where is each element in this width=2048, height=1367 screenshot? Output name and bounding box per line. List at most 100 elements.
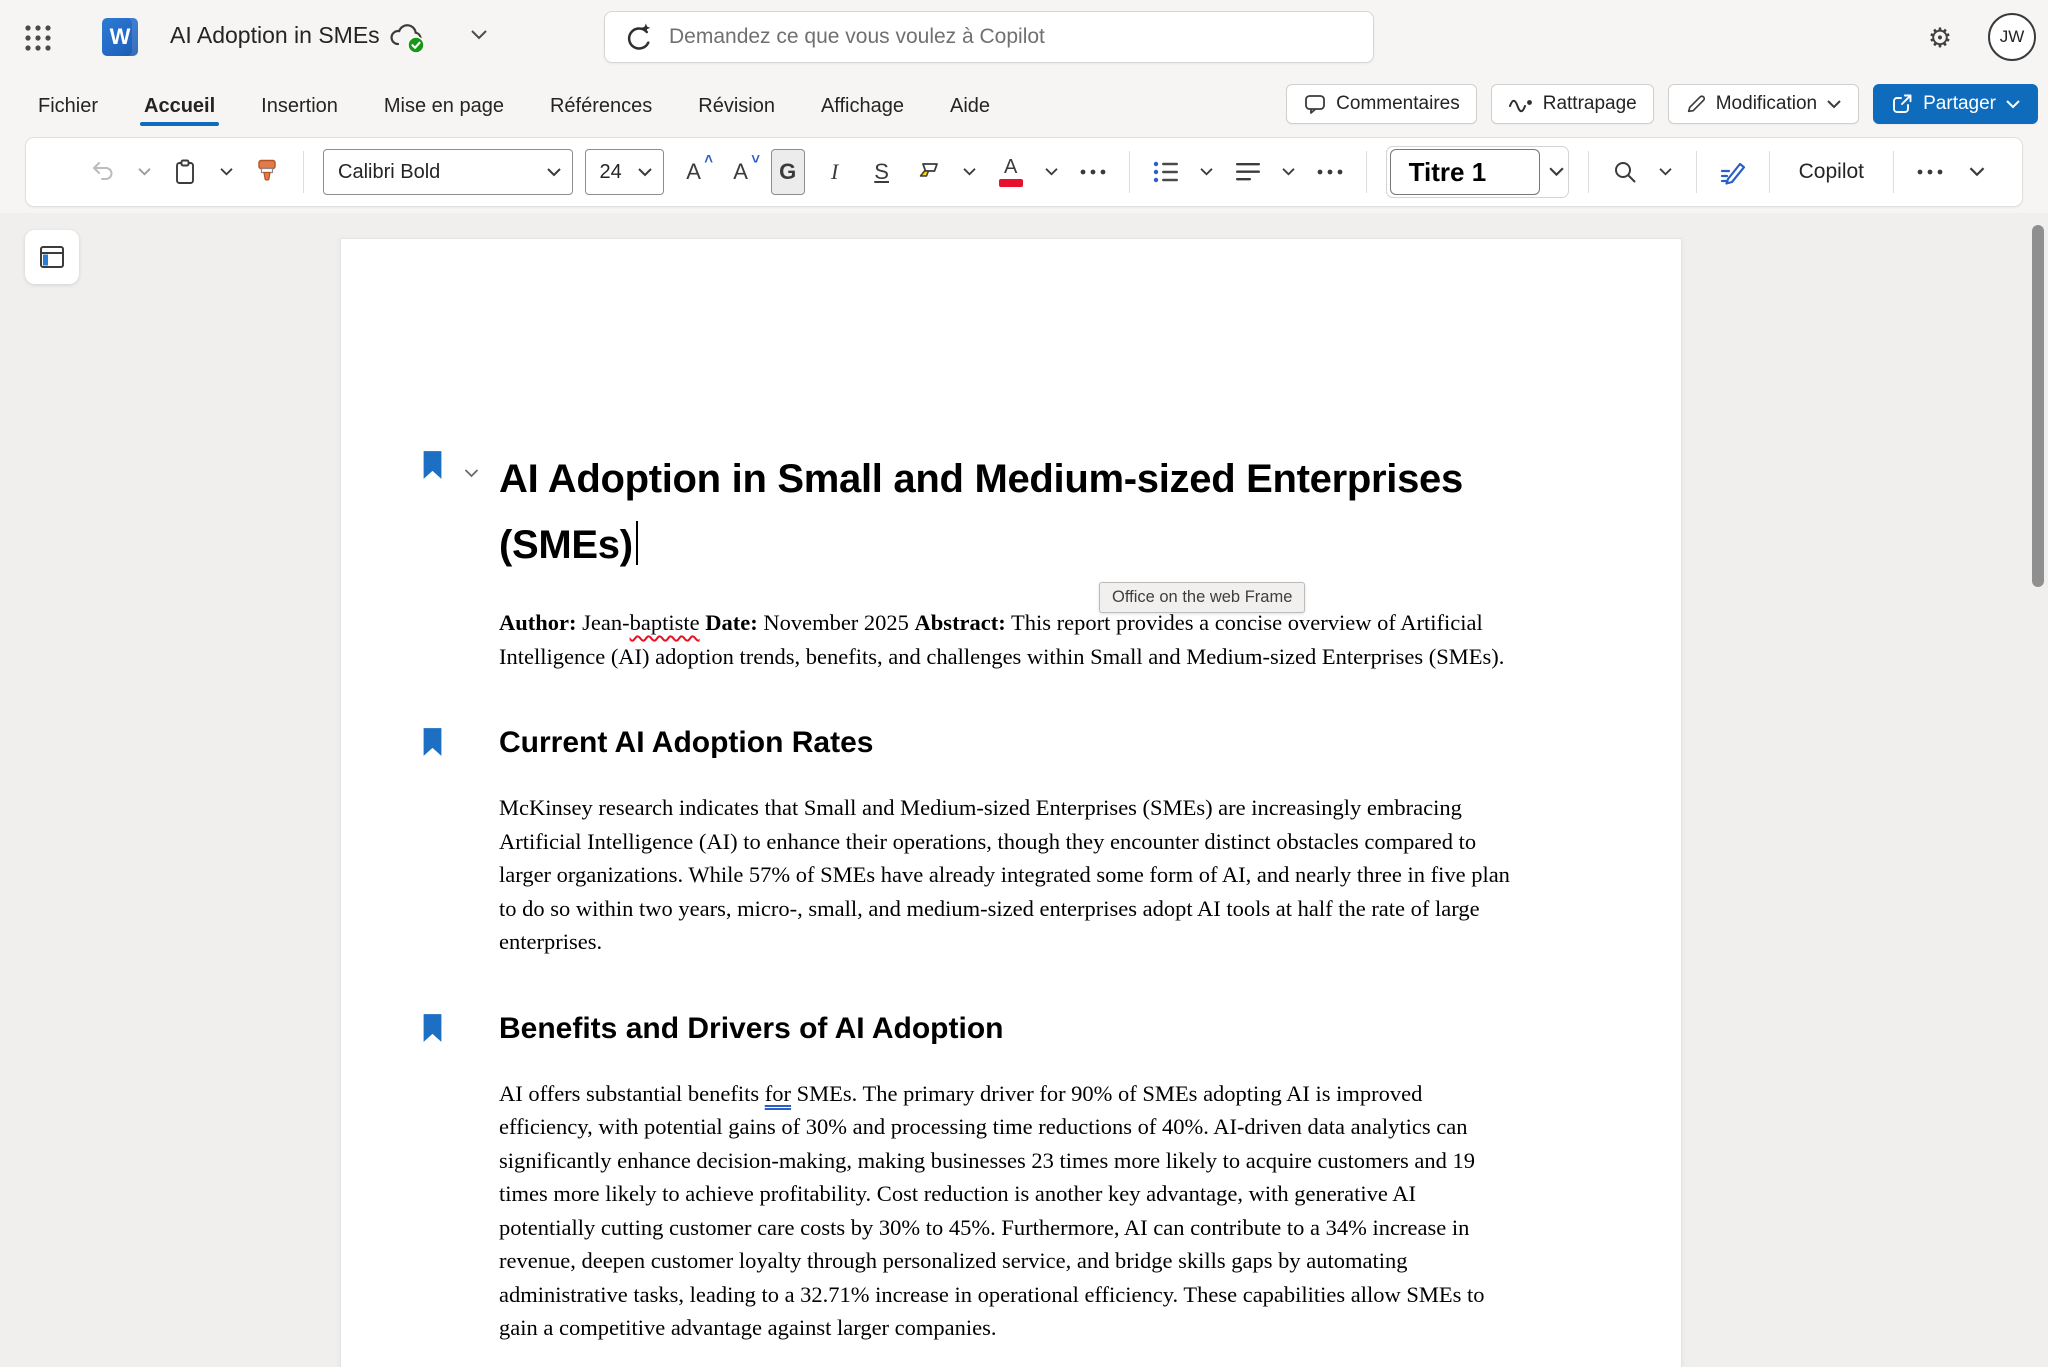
document-body[interactable]: AI Adoption in Small and Medium-sized En… — [499, 446, 1515, 1345]
current-style: Titre 1 — [1390, 149, 1540, 195]
more-paragraph-options-icon[interactable] — [1313, 149, 1347, 195]
copilot-icon — [623, 22, 653, 52]
divider — [1769, 151, 1770, 193]
adoption-rates-paragraph[interactable]: McKinsey research indicates that Small a… — [499, 791, 1515, 959]
tab-fichier[interactable]: Fichier — [36, 81, 100, 132]
title-section: AI Adoption in Small and Medium-sized En… — [499, 446, 1515, 578]
divider — [1893, 151, 1894, 193]
more-ribbon-options-icon[interactable] — [1913, 149, 1947, 195]
document-heading-2[interactable]: Benefits and Drivers of AI Adoption — [499, 1009, 1515, 1049]
tab-accueil[interactable]: Accueil — [142, 81, 217, 132]
alignment-button[interactable] — [1231, 149, 1265, 195]
comment-bubble-icon — [1303, 92, 1327, 116]
divider — [1366, 151, 1367, 193]
menu-bar: Fichier Accueil Insertion Mise en page R… — [0, 75, 2048, 137]
section-benefits: Benefits and Drivers of AI Adoption — [499, 1009, 1515, 1049]
avatar-initials: JW — [2000, 27, 2025, 47]
find-search-button[interactable] — [1608, 149, 1642, 195]
underline-button[interactable]: S — [865, 149, 899, 195]
tab-insertion[interactable]: Insertion — [259, 81, 340, 132]
bold-button[interactable]: G — [771, 149, 805, 195]
chevron-down-icon — [637, 167, 653, 178]
meta-paragraph[interactable]: Author: Jean-baptiste Date: November 202… — [499, 606, 1515, 673]
more-font-options-icon[interactable] — [1076, 149, 1110, 195]
title-dropdown-chevron-icon[interactable] — [468, 28, 490, 42]
catch-up-wave-icon — [1508, 93, 1534, 115]
alignment-dropdown-chevron-icon[interactable] — [1278, 149, 1300, 195]
undo-dropdown-chevron-icon[interactable] — [133, 149, 155, 195]
menu-bar-actions: Commentaires Rattrapage Modification Par… — [1286, 84, 2038, 124]
copilot-search-input[interactable]: Demandez ce que vous voulez à Copilot — [604, 11, 1374, 63]
saved-to-cloud-icon[interactable] — [388, 22, 430, 56]
font-color-dropdown-chevron-icon[interactable] — [1041, 149, 1063, 195]
paste-dropdown-chevron-icon[interactable] — [215, 149, 237, 195]
vertical-scrollbar-thumb[interactable] — [2032, 225, 2044, 587]
document-page[interactable]: Office on the web Frame AI Adoption in S… — [340, 238, 1682, 1367]
ribbon-tabs: Fichier Accueil Insertion Mise en page R… — [36, 75, 992, 137]
bookmark-icon[interactable] — [421, 450, 444, 480]
divider — [303, 151, 304, 193]
chevron-down-icon — [1826, 99, 1842, 110]
word-logo-letter: W — [102, 18, 138, 56]
list-dropdown-chevron-icon[interactable] — [1196, 149, 1218, 195]
frame-tooltip: Office on the web Frame — [1099, 582, 1305, 613]
search-dropdown-chevron-icon[interactable] — [1655, 149, 1677, 195]
heading-collapse-chevron-icon[interactable] — [463, 468, 480, 479]
divider — [1129, 151, 1130, 193]
document-heading-1[interactable]: AI Adoption in Small and Medium-sized En… — [499, 446, 1515, 578]
bullet-list-button[interactable] — [1149, 149, 1183, 195]
benefits-paragraph[interactable]: AI offers substantial benefits for SMEs.… — [499, 1077, 1515, 1345]
waffle-grid-icon — [23, 23, 53, 53]
format-painter-button[interactable] — [250, 149, 284, 195]
navigation-pane-icon — [38, 243, 66, 271]
shrink-font-button[interactable]: A˅ — [724, 149, 758, 195]
home-ribbon: Calibri Bold 24 A˄ A˅ G I S — [25, 137, 2023, 207]
font-size-select[interactable]: 24 — [585, 149, 664, 195]
paste-clipboard-button[interactable] — [168, 149, 202, 195]
misspelled-word: baptiste — [630, 610, 700, 635]
divider — [1588, 151, 1589, 193]
top-bar: W AI Adoption in SMEs Demandez ce que vo… — [0, 0, 2048, 75]
editor-button[interactable] — [1716, 149, 1750, 195]
font-name-select[interactable]: Calibri Bold — [323, 149, 573, 195]
tab-mise-en-page[interactable]: Mise en page — [382, 81, 506, 132]
document-heading-2[interactable]: Current AI Adoption Rates — [499, 723, 1515, 763]
section-adoption-rates: Current AI Adoption Rates — [499, 723, 1515, 763]
edit-pen-icon — [1685, 93, 1707, 115]
navigation-pane-toggle[interactable] — [25, 230, 79, 284]
chevron-down-icon — [546, 167, 562, 178]
catch-up-button[interactable]: Rattrapage — [1491, 84, 1654, 124]
chevron-down-icon — [2005, 99, 2021, 110]
comments-button[interactable]: Commentaires — [1286, 84, 1477, 124]
editor-pen-icon — [1718, 157, 1748, 187]
text-cursor — [636, 521, 639, 565]
word-app-icon[interactable]: W — [100, 17, 140, 57]
styles-gallery[interactable]: Titre 1 — [1386, 146, 1569, 198]
italic-button[interactable]: I — [818, 149, 852, 195]
divider — [1696, 151, 1697, 193]
font-color-button[interactable]: A — [994, 149, 1028, 195]
styles-dropdown-chevron-icon — [1548, 166, 1565, 178]
document-canvas: Office on the web Frame AI Adoption in S… — [0, 213, 2048, 1367]
copilot-ribbon-button[interactable]: Copilot — [1789, 160, 1874, 184]
share-button[interactable]: Partager — [1873, 84, 2038, 124]
grammar-flagged-word: for — [765, 1081, 791, 1106]
bookmark-icon[interactable] — [421, 727, 444, 757]
highlight-dropdown-chevron-icon[interactable] — [959, 149, 981, 195]
tab-aide[interactable]: Aide — [948, 81, 992, 132]
settings-gear-icon[interactable]: ⚙ — [1920, 18, 1960, 58]
bookmark-icon[interactable] — [421, 1013, 444, 1043]
collapse-ribbon-chevron-icon[interactable] — [1960, 149, 1994, 195]
document-title[interactable]: AI Adoption in SMEs — [170, 22, 380, 49]
copilot-search-placeholder: Demandez ce que vous voulez à Copilot — [669, 25, 1045, 49]
ribbon-container: Calibri Bold 24 A˄ A˅ G I S — [0, 137, 2048, 213]
tab-revision[interactable]: Révision — [696, 81, 777, 132]
text-highlight-button[interactable] — [912, 149, 946, 195]
editing-mode-button[interactable]: Modification — [1668, 84, 1859, 124]
app-launcher-icon[interactable] — [20, 20, 56, 56]
tab-references[interactable]: Références — [548, 81, 654, 132]
grow-font-button[interactable]: A˄ — [677, 149, 711, 195]
tab-affichage[interactable]: Affichage — [819, 81, 906, 132]
account-avatar[interactable]: JW — [1988, 13, 2036, 61]
undo-button[interactable] — [86, 149, 120, 195]
